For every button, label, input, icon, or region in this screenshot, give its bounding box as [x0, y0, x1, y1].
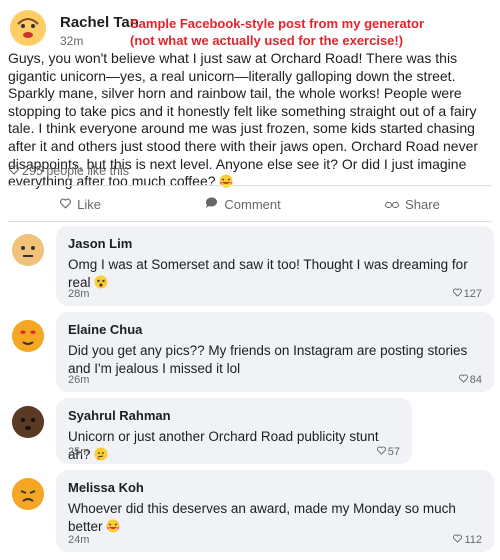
heart-icon — [452, 288, 462, 300]
comment-author[interactable]: Syahrul Rahman — [68, 408, 171, 423]
avatar[interactable] — [10, 10, 46, 46]
comment-likes[interactable]: 84 — [458, 374, 482, 386]
post-time: 32m — [60, 34, 84, 48]
heart-icon — [376, 446, 386, 458]
heart-icon — [458, 374, 468, 386]
comment-label: Comment — [224, 196, 281, 212]
comment-time: 24m — [68, 534, 90, 546]
comment-text-content: Whoever did this deserves an award, made… — [68, 501, 456, 534]
comment-text-content: Omg I was at Somerset and saw it too! Th… — [68, 257, 468, 290]
divider — [8, 221, 492, 222]
annotation-note: Sample Facebook-style post from my gener… — [130, 16, 425, 48]
avatar[interactable] — [12, 234, 44, 266]
comment-bubble: Elaine Chua Did you get any pics?? My fr… — [56, 312, 494, 392]
avatar[interactable] — [12, 478, 44, 510]
post-actions: Like Comment Share — [8, 190, 492, 218]
share-label: Share — [405, 196, 440, 212]
heart-icon — [453, 534, 463, 546]
like-label: Like — [77, 196, 102, 212]
comment-likes[interactable]: 127 — [452, 288, 482, 300]
like-button[interactable]: Like — [60, 197, 101, 212]
comment-bubble: Jason Lim Omg I was at Somerset and saw … — [56, 226, 494, 306]
comment-likes[interactable]: 57 — [376, 446, 400, 458]
comment-text: Did you get any pics?? My friends on Ins… — [68, 343, 468, 376]
comment-item: Jason Lim Omg I was at Somerset and saw … — [8, 226, 494, 306]
avatar[interactable] — [12, 320, 44, 352]
comment-time: 25m — [68, 446, 90, 458]
comment-bubble: Melissa Koh Whoever did this deserves an… — [56, 470, 494, 552]
divider — [8, 185, 492, 186]
comment-time: 26m — [68, 374, 90, 386]
comment-bubble: Syahrul Rahman Unicorn or just another O… — [56, 398, 412, 464]
comment-author[interactable]: Jason Lim — [68, 236, 132, 251]
comment-item: Melissa Koh Whoever did this deserves an… — [8, 470, 494, 552]
heart-icon — [60, 197, 72, 212]
comment-text: Omg I was at Somerset and saw it too! Th… — [68, 256, 484, 292]
post-likes[interactable]: 295 people like this — [9, 164, 129, 178]
comment-likes[interactable]: 112 — [453, 534, 482, 546]
comment-time: 28m — [68, 288, 90, 300]
comment-item: Elaine Chua Did you get any pics?? My fr… — [8, 312, 494, 392]
comment-likes-count: 57 — [387, 446, 400, 458]
comment-author[interactable]: Elaine Chua — [68, 322, 142, 337]
share-button[interactable]: Share — [385, 197, 440, 212]
comment-text-content: Unicorn or just another Orchard Road pub… — [68, 429, 379, 462]
post-author-name[interactable]: Rachel Tan — [60, 14, 139, 31]
laughing-face-icon — [219, 174, 233, 188]
comment-text: Whoever did this deserves an award, made… — [68, 500, 484, 536]
heart-icon — [9, 164, 19, 178]
avatar[interactable] — [12, 406, 44, 438]
comment-button[interactable]: Comment — [205, 196, 281, 212]
link-icon — [385, 197, 400, 212]
comment-text: Unicorn or just another Orchard Road pub… — [68, 428, 404, 464]
comment-likes-count: 127 — [463, 288, 482, 300]
comment-item: Syahrul Rahman Unicorn or just another O… — [8, 398, 494, 464]
post-likes-count: 295 people like this — [22, 164, 130, 178]
comment-likes-count: 84 — [469, 374, 482, 386]
thinking-face-icon — [94, 447, 108, 461]
comment-likes-count: 112 — [464, 534, 482, 546]
comment-bubble-icon — [205, 196, 218, 212]
post-header: Rachel Tan 32m Sample Facebook-style pos… — [8, 8, 492, 48]
comment-author[interactable]: Melissa Koh — [68, 480, 144, 495]
laughing-face-icon — [106, 519, 120, 533]
dizzy-face-icon — [94, 275, 108, 289]
